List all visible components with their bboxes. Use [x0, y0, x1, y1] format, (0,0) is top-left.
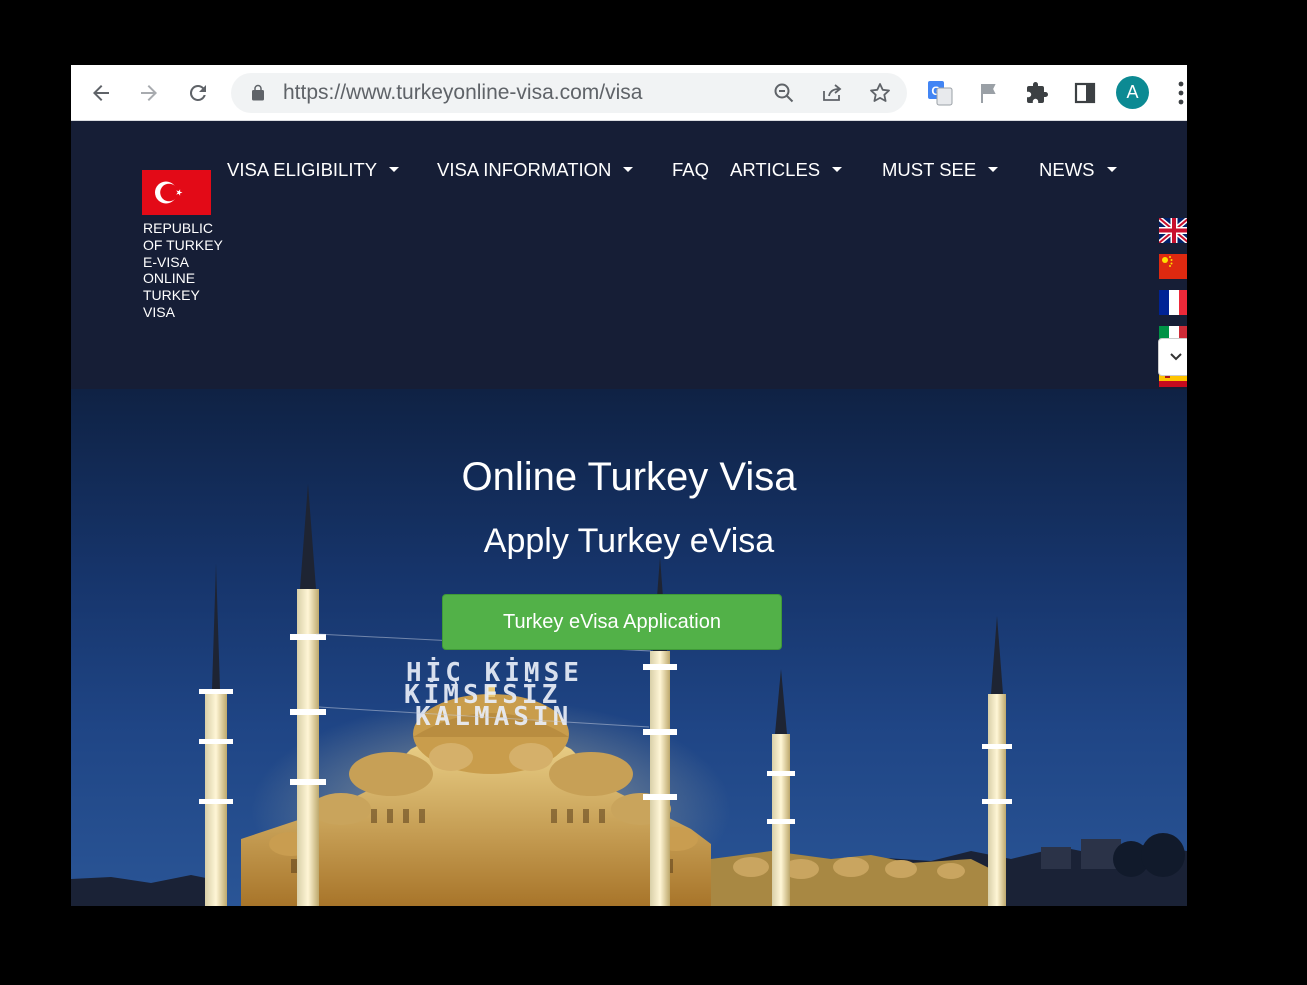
nav-news[interactable]: NEWS — [1039, 157, 1117, 183]
url-path: /visa — [599, 81, 643, 104]
nav-faq[interactable]: FAQ — [672, 157, 709, 183]
kebab-menu-icon[interactable] — [1175, 79, 1187, 107]
caret-down-icon — [988, 167, 999, 172]
url-base: https://www.turkeyonline-visa.com — [283, 81, 600, 104]
site-header: REPUBLIC OF TURKEY E-VISA ONLINE TURKEY … — [71, 121, 1187, 389]
nav-label: ARTICLES — [730, 159, 821, 180]
nav-label: FAQ — [672, 159, 710, 180]
caret-down-icon — [832, 167, 843, 172]
nav-label: NEWS — [1039, 159, 1095, 180]
uk-flag-icon[interactable] — [1159, 218, 1187, 243]
caret-down-icon — [623, 167, 634, 172]
nav-must-see[interactable]: MUST SEE — [882, 157, 999, 183]
browser-toolbar: https://www.turkeyonline-visa.com/visa G… — [71, 65, 1187, 121]
brand-text[interactable]: REPUBLIC OF TURKEY E-VISA ONLINE TURKEY … — [143, 220, 223, 321]
caret-down-icon — [389, 167, 400, 172]
profile-avatar[interactable]: A — [1116, 76, 1149, 109]
nav-articles[interactable]: ARTICLES — [730, 157, 843, 183]
hero-section: HİÇ KİMSE KİMSESİZ KALMASIN Online Turke… — [71, 389, 1187, 906]
browser-window: https://www.turkeyonline-visa.com/visa G… — [71, 65, 1187, 906]
nav-visa-information[interactable]: VISA INFORMATION — [437, 157, 634, 183]
crescent-star-icon — [155, 181, 183, 204]
star-icon[interactable] — [868, 81, 892, 105]
nav-label: VISA INFORMATION — [437, 159, 612, 180]
translate-icon[interactable]: G — [927, 80, 953, 106]
hero-title: Online Turkey Visa — [461, 455, 797, 499]
caret-down-icon — [1106, 167, 1117, 172]
url-text: https://www.turkeyonline-visa.com/visa — [283, 73, 642, 113]
france-flag-icon[interactable] — [1159, 290, 1187, 315]
extensions-icon[interactable] — [1025, 81, 1049, 105]
turkey-flag-logo[interactable] — [142, 170, 211, 215]
apply-evisa-button[interactable]: Turkey eVisa Application — [442, 594, 782, 650]
nav-label: MUST SEE — [882, 159, 977, 180]
china-flag-icon[interactable] — [1159, 254, 1187, 279]
nav-label: VISA ELIGIBILITY — [227, 159, 378, 180]
reload-icon[interactable] — [178, 73, 218, 113]
flag-icon[interactable] — [977, 81, 1001, 105]
mahya-line: KALMASIN — [415, 702, 572, 732]
back-icon[interactable] — [81, 73, 121, 113]
side-panel-icon[interactable] — [1073, 81, 1097, 105]
share-icon[interactable] — [820, 81, 844, 105]
zoom-out-icon[interactable] — [772, 81, 796, 105]
language-select[interactable] — [1158, 338, 1187, 376]
lock-icon[interactable] — [249, 84, 267, 102]
chevron-down-icon — [1170, 353, 1182, 361]
hero-subtitle: Apply Turkey eVisa — [483, 522, 775, 560]
forward-icon[interactable] — [129, 73, 169, 113]
address-bar[interactable]: https://www.turkeyonline-visa.com/visa — [231, 73, 907, 113]
nav-visa-eligibility[interactable]: VISA ELIGIBILITY — [227, 157, 400, 183]
